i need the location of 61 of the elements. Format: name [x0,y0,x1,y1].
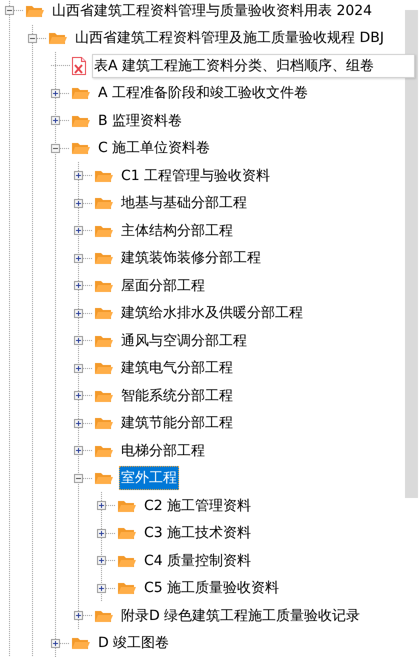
collapse-icon[interactable] [51,144,60,153]
tree-item[interactable]: 附录D 绿色建筑工程施工质量验收记录 [119,604,362,628]
expand-icon[interactable] [74,281,83,290]
folder-icon [71,85,91,102]
tree-item[interactable]: 山西省建筑工程资料管理及施工质量验收规程 DBJ [73,26,386,50]
tree-item[interactable]: 室外工程 [119,466,179,490]
tree-item[interactable]: A 工程准备阶段和竣工验收文件卷 [96,81,310,106]
expand-icon[interactable] [74,226,83,236]
tree-item[interactable]: 智能系统分部工程 [119,384,235,408]
tree-item[interactable]: 建筑电气分部工程 [119,356,235,380]
collapse-icon[interactable] [74,474,83,483]
expand-icon[interactable] [51,638,60,648]
expand-icon[interactable] [74,308,83,318]
expand-icon[interactable] [97,528,106,538]
folder-icon [94,250,114,266]
expand-icon[interactable] [74,364,83,373]
tree-item[interactable]: 主体结构分部工程 [119,218,235,243]
tree-item[interactable]: 建筑装饰装修分部工程 [119,246,263,270]
folder-icon [94,195,114,212]
folder-icon [94,305,114,322]
folder-icon [48,30,68,46]
expand-icon[interactable] [51,116,60,126]
tooltip: 表A 建筑工程施工资料分类、归档顺序、组卷 [92,54,416,78]
tree-item[interactable]: B 监理资料卷 [96,108,184,133]
folder-icon [94,360,114,376]
tree-item[interactable]: C 施工单位资料卷 [96,136,212,160]
collapse-icon[interactable] [5,6,14,16]
expand-icon[interactable] [74,446,83,456]
tree-item[interactable]: 电梯分部工程 [119,438,207,463]
expand-icon[interactable] [74,611,83,620]
folder-icon [71,140,91,156]
tree-item[interactable]: C2 施工管理资料 [142,494,254,518]
tree-item[interactable]: D 竣工图卷 [96,631,172,656]
tree-item[interactable]: 通风与空调分部工程 [119,328,249,353]
expand-icon[interactable] [74,336,83,346]
folder-icon [117,580,137,596]
expand-icon[interactable] [97,501,106,510]
expand-icon[interactable] [74,391,83,400]
expand-icon[interactable] [97,556,106,566]
folder-icon [71,635,91,652]
tree-item[interactable]: C5 施工质量验收资料 [142,576,282,600]
expand-icon[interactable] [51,88,60,98]
pdf-file-icon [71,56,87,76]
expand-icon[interactable] [74,254,83,263]
tree-item[interactable]: 建筑节能分部工程 [119,411,235,436]
folder-icon [94,415,114,432]
expand-icon[interactable] [74,171,83,180]
tree-item[interactable]: 山西省建筑工程资料管理与质量验收资料用表 2024 [50,0,374,23]
tree-item[interactable]: C3 施工技术资料 [142,521,254,546]
expand-icon[interactable] [74,418,83,428]
tree-item[interactable]: 建筑给水排水及供暖分部工程 [119,301,305,326]
tree-item[interactable]: C4 质量控制资料 [142,548,254,573]
tree-item[interactable]: 地基与基础分部工程 [119,191,249,216]
folder-icon [117,525,137,542]
folder-icon [94,470,114,486]
collapse-icon[interactable] [28,34,37,43]
expand-icon[interactable] [97,584,106,593]
scrollbar-thumb[interactable] [405,10,418,498]
tree-item[interactable]: 屋面分部工程 [119,274,207,298]
expand-icon[interactable] [74,198,83,208]
tree-item[interactable]: C1 工程管理与验收资料 [119,164,272,188]
